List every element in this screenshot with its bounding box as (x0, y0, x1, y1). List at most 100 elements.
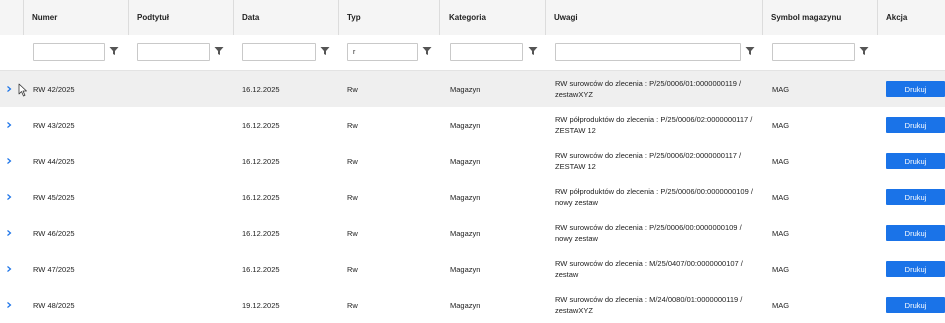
chevron-right-icon[interactable] (4, 300, 14, 310)
cell-symbol-magazynu: MAG (772, 120, 790, 130)
table-row[interactable]: RW 45/2025 16.12.2025 Rw Magazyn RW półp… (0, 179, 945, 216)
cell-uwagi: RW surowców do zlecenia : P/25/0006/00:0… (555, 215, 755, 251)
cell-data: 19.12.2025 (242, 300, 280, 310)
column-header-symbol-magazynu[interactable]: Symbol magazynu (763, 0, 877, 35)
chevron-right-icon[interactable] (4, 192, 14, 202)
cell-uwagi: RW surowców do zlecenia : P/25/0006/01:0… (555, 71, 755, 107)
cell-uwagi-line-1: RW surowców do zlecenia : M/25/0407/00:0… (555, 259, 743, 268)
cell-uwagi-line-2: zestawXYZ (555, 306, 593, 315)
chevron-right-icon[interactable] (4, 228, 14, 238)
cell-kategoria: Magazyn (450, 264, 481, 274)
cell-uwagi-line-2: nowy zestaw (555, 198, 598, 207)
chevron-right-icon[interactable] (4, 84, 14, 94)
cell-uwagi-line-2: ZESTAW 12 (555, 126, 596, 135)
cell-numer: RW 47/2025 (33, 264, 75, 274)
table-row[interactable]: RW 46/2025 16.12.2025 Rw Magazyn RW suro… (0, 215, 945, 252)
column-header-uwagi[interactable]: Uwagi (546, 0, 762, 35)
filter-funnel-icon[interactable] (320, 46, 330, 56)
filter-input-podtytul[interactable] (137, 43, 210, 61)
filter-input-kategoria[interactable] (450, 43, 523, 61)
filter-input-typ[interactable] (347, 43, 418, 61)
chevron-right-icon[interactable] (4, 120, 14, 130)
column-header-typ[interactable]: Typ (339, 0, 441, 35)
cell-uwagi-line-1: RW surowców do zlecenia : P/25/0006/02:0… (555, 151, 742, 160)
cell-data: 16.12.2025 (242, 264, 280, 274)
cell-numer: RW 42/2025 (33, 84, 75, 94)
cell-typ: Rw (347, 300, 358, 310)
cell-kategoria: Magazyn (450, 192, 481, 202)
print-button[interactable]: Drukuj (886, 153, 945, 169)
table-row[interactable]: RW 47/2025 16.12.2025 Rw Magazyn RW suro… (0, 251, 945, 288)
cell-data: 16.12.2025 (242, 228, 280, 238)
column-header-podtytul[interactable]: Podtytuł (129, 0, 233, 35)
filter-funnel-icon[interactable] (859, 46, 869, 56)
column-header-numer[interactable]: Numer (24, 0, 128, 35)
chevron-right-icon[interactable] (4, 264, 14, 274)
chevron-right-icon[interactable] (4, 156, 14, 166)
cell-uwagi-line-2: zestawXYZ (555, 90, 593, 99)
filter-funnel-icon[interactable] (109, 46, 119, 56)
cell-kategoria: Magazyn (450, 300, 481, 310)
cell-symbol-magazynu: MAG (772, 228, 790, 238)
column-separator (439, 0, 440, 35)
print-button[interactable]: Drukuj (886, 261, 945, 277)
filter-input-numer[interactable] (33, 43, 105, 61)
cell-numer: RW 48/2025 (33, 300, 75, 310)
cell-kategoria: Magazyn (450, 84, 481, 94)
column-header-kategoria[interactable]: Kategoria (441, 0, 545, 35)
cell-typ: Rw (347, 264, 358, 274)
cell-uwagi: RW surowców do zlecenia : M/25/0407/00:0… (555, 251, 755, 287)
cell-numer: RW 46/2025 (33, 228, 75, 238)
cell-data: 16.12.2025 (242, 120, 280, 130)
cell-uwagi-line-1: RW półproduktów do zlecenia : P/25/0006/… (555, 115, 753, 124)
cell-typ: Rw (347, 228, 358, 238)
cell-numer: RW 43/2025 (33, 120, 75, 130)
print-button[interactable]: Drukuj (886, 81, 945, 97)
filter-funnel-icon[interactable] (214, 46, 224, 56)
cell-typ: Rw (347, 84, 358, 94)
cell-uwagi-line-2: ZESTAW 12 (555, 162, 596, 171)
column-header-akcja: Akcja (886, 13, 908, 22)
cell-typ: Rw (347, 156, 358, 166)
cell-uwagi-line-1: RW półproduktów do zlecenia : P/25/0006/… (555, 187, 753, 196)
table-row[interactable]: RW 44/2025 16.12.2025 Rw Magazyn RW suro… (0, 143, 945, 180)
filter-row (0, 35, 945, 71)
cell-uwagi-line-2: zestaw (555, 270, 579, 279)
cell-uwagi-line-1: RW surowców do zlecenia : P/25/0006/01:0… (555, 79, 742, 88)
filter-input-uwagi[interactable] (555, 43, 741, 61)
filter-input-symbol-magazynu[interactable] (772, 43, 855, 61)
cell-numer: RW 44/2025 (33, 156, 75, 166)
column-header-data[interactable]: Data (234, 0, 338, 35)
cell-symbol-magazynu: MAG (772, 300, 790, 310)
cell-uwagi: RW surowców do zlecenia : P/25/0006/02:0… (555, 143, 755, 179)
cell-data: 16.12.2025 (242, 192, 280, 202)
cell-kategoria: Magazyn (450, 120, 481, 130)
documents-grid: Numer Podtytuł Data Typ Kategoria Uwagi … (0, 0, 945, 317)
print-button[interactable]: Drukuj (886, 225, 945, 241)
cell-symbol-magazynu: MAG (772, 84, 790, 94)
cell-symbol-magazynu: MAG (772, 156, 790, 166)
print-button[interactable]: Drukuj (886, 297, 945, 313)
filter-funnel-icon[interactable] (422, 46, 432, 56)
cell-symbol-magazynu: MAG (772, 264, 790, 274)
table-row[interactable]: RW 48/2025 19.12.2025 Rw Magazyn RW suro… (0, 287, 945, 317)
filter-input-data[interactable] (242, 43, 316, 61)
filter-funnel-icon[interactable] (745, 46, 755, 56)
cell-symbol-magazynu: MAG (772, 192, 790, 202)
table-row[interactable]: RW 42/2025 16.12.2025 Rw Magazyn RW suro… (0, 71, 945, 108)
table-row[interactable]: RW 43/2025 16.12.2025 Rw Magazyn RW półp… (0, 107, 945, 144)
cell-uwagi: RW półproduktów do zlecenia : P/25/0006/… (555, 179, 755, 215)
cell-data: 16.12.2025 (242, 156, 280, 166)
cell-kategoria: Magazyn (450, 228, 481, 238)
cell-uwagi: RW półproduktów do zlecenia : P/25/0006/… (555, 107, 755, 143)
cell-kategoria: Magazyn (450, 156, 481, 166)
grid-header: Numer Podtytuł Data Typ Kategoria Uwagi … (0, 0, 945, 36)
mouse-pointer-icon (18, 83, 27, 97)
print-button[interactable]: Drukuj (886, 117, 945, 133)
cell-data: 16.12.2025 (242, 84, 280, 94)
cell-typ: Rw (347, 120, 358, 130)
filter-funnel-icon[interactable] (528, 46, 538, 56)
cell-numer: RW 45/2025 (33, 192, 75, 202)
print-button[interactable]: Drukuj (886, 189, 945, 205)
cell-uwagi: RW surowców do zlecenia : M/24/0080/01:0… (555, 287, 755, 323)
